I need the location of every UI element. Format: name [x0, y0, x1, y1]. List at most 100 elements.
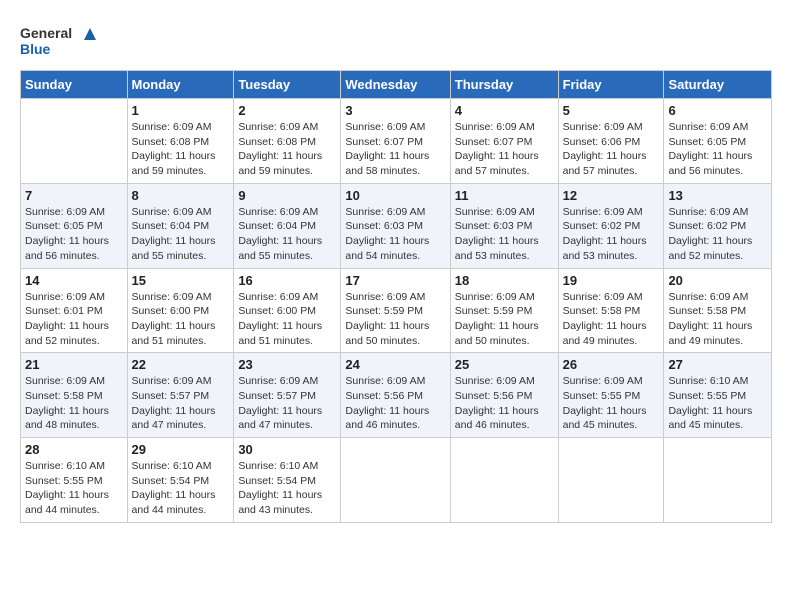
weekday-header-cell: Sunday: [21, 71, 128, 99]
day-number: 20: [668, 273, 767, 288]
day-number: 29: [132, 442, 230, 457]
day-number: 30: [238, 442, 336, 457]
calendar-day-cell: 24 Sunrise: 6:09 AMSunset: 5:56 PMDayligh…: [341, 353, 450, 438]
calendar-week-row: 1Sunrise: 6:09 AMSunset: 6:08 PMDaylight…: [21, 99, 772, 184]
calendar-day-cell: [558, 438, 664, 523]
calendar-day-cell: 15 Sunrise: 6:09 AMSunset: 6:00 PMDayligh…: [127, 268, 234, 353]
calendar-week-row: 21 Sunrise: 6:09 AMSunset: 5:58 PMDayligh…: [21, 353, 772, 438]
calendar-day-cell: 17 Sunrise: 6:09 AMSunset: 5:59 PMDayligh…: [341, 268, 450, 353]
day-info: Sunrise: 6:09 AMSunset: 5:55 PMDaylight:…: [563, 374, 660, 433]
calendar-day-cell: 6 Sunrise: 6:09 AMSunset: 6:05 PMDaylight…: [664, 99, 772, 184]
day-info: Sunrise: 6:09 AMSunset: 5:59 PMDaylight:…: [345, 290, 445, 349]
calendar-day-cell: 22 Sunrise: 6:09 AMSunset: 5:57 PMDayligh…: [127, 353, 234, 438]
weekday-header-cell: Wednesday: [341, 71, 450, 99]
calendar-day-cell: [450, 438, 558, 523]
day-info: Sunrise: 6:09 AMSunset: 6:05 PMDaylight:…: [668, 120, 767, 179]
day-info: Sunrise: 6:09 AMSunset: 5:57 PMDaylight:…: [132, 374, 230, 433]
day-info: Sunrise: 6:09 AMSunset: 6:07 PMDaylight:…: [455, 120, 554, 179]
day-info: Sunrise: 6:09 AMSunset: 6:01 PMDaylight:…: [25, 290, 123, 349]
page-header: GeneralBlue: [20, 20, 772, 60]
day-info: Sunrise: 6:09 AMSunset: 6:05 PMDaylight:…: [25, 205, 123, 264]
calendar-day-cell: 13 Sunrise: 6:09 AMSunset: 6:02 PMDayligh…: [664, 183, 772, 268]
svg-text:Blue: Blue: [20, 41, 51, 57]
day-number: 19: [563, 273, 660, 288]
day-number: 26: [563, 357, 660, 372]
day-number: 14: [25, 273, 123, 288]
day-info: Sunrise: 6:09 AMSunset: 6:02 PMDaylight:…: [668, 205, 767, 264]
logo: GeneralBlue: [20, 20, 100, 60]
day-number: 7: [25, 188, 123, 203]
weekday-header-row: SundayMondayTuesdayWednesdayThursdayFrid…: [21, 71, 772, 99]
calendar-day-cell: 3Sunrise: 6:09 AMSunset: 6:07 PMDaylight…: [341, 99, 450, 184]
calendar-day-cell: 21 Sunrise: 6:09 AMSunset: 5:58 PMDayligh…: [21, 353, 128, 438]
weekday-header-cell: Tuesday: [234, 71, 341, 99]
weekday-header-cell: Monday: [127, 71, 234, 99]
day-info: Sunrise: 6:09 AMSunset: 6:02 PMDaylight:…: [563, 205, 660, 264]
day-info: Sunrise: 6:09 AMSunset: 5:58 PMDaylight:…: [25, 374, 123, 433]
day-info: Sunrise: 6:09 AMSunset: 6:03 PMDaylight:…: [345, 205, 445, 264]
day-number: 2: [238, 103, 336, 118]
weekday-header-cell: Thursday: [450, 71, 558, 99]
day-number: 23: [238, 357, 336, 372]
calendar-day-cell: 30 Sunrise: 6:10 AMSunset: 5:54 PMDayligh…: [234, 438, 341, 523]
calendar-day-cell: 23 Sunrise: 6:09 AMSunset: 5:57 PMDayligh…: [234, 353, 341, 438]
day-info: Sunrise: 6:09 AMSunset: 6:00 PMDaylight:…: [132, 290, 230, 349]
day-number: 24: [345, 357, 445, 372]
day-info: Sunrise: 6:10 AMSunset: 5:55 PMDaylight:…: [25, 459, 123, 518]
calendar-week-row: 14 Sunrise: 6:09 AMSunset: 6:01 PMDayligh…: [21, 268, 772, 353]
day-number: 22: [132, 357, 230, 372]
calendar-week-row: 28 Sunrise: 6:10 AMSunset: 5:55 PMDayligh…: [21, 438, 772, 523]
weekday-header-cell: Friday: [558, 71, 664, 99]
day-info: Sunrise: 6:10 AMSunset: 5:54 PMDaylight:…: [132, 459, 230, 518]
calendar-week-row: 7 Sunrise: 6:09 AMSunset: 6:05 PMDaylight…: [21, 183, 772, 268]
calendar-day-cell: [21, 99, 128, 184]
svg-text:General: General: [20, 25, 72, 41]
day-info: Sunrise: 6:09 AMSunset: 6:07 PMDaylight:…: [345, 120, 445, 179]
calendar-day-cell: 18Sunrise: 6:09 AMSunset: 5:59 PMDayligh…: [450, 268, 558, 353]
calendar-day-cell: 2 Sunrise: 6:09 AMSunset: 6:08 PMDaylight…: [234, 99, 341, 184]
day-number: 16: [238, 273, 336, 288]
day-info: Sunrise: 6:09 AMSunset: 6:03 PMDaylight:…: [455, 205, 554, 264]
day-info: Sunrise: 6:09 AMSunset: 6:08 PMDaylight:…: [132, 120, 230, 179]
calendar-day-cell: [341, 438, 450, 523]
calendar-day-cell: 16 Sunrise: 6:09 AMSunset: 6:00 PMDayligh…: [234, 268, 341, 353]
day-info: Sunrise: 6:09 AMSunset: 6:04 PMDaylight:…: [238, 205, 336, 264]
day-number: 13: [668, 188, 767, 203]
day-number: 28: [25, 442, 123, 457]
day-info: Sunrise: 6:09 AMSunset: 6:00 PMDaylight:…: [238, 290, 336, 349]
calendar-day-cell: 7 Sunrise: 6:09 AMSunset: 6:05 PMDaylight…: [21, 183, 128, 268]
calendar-day-cell: 29 Sunrise: 6:10 AMSunset: 5:54 PMDayligh…: [127, 438, 234, 523]
day-info: Sunrise: 6:09 AMSunset: 5:56 PMDaylight:…: [455, 374, 554, 433]
calendar-day-cell: 8Sunrise: 6:09 AMSunset: 6:04 PMDaylight…: [127, 183, 234, 268]
calendar-day-cell: 14 Sunrise: 6:09 AMSunset: 6:01 PMDayligh…: [21, 268, 128, 353]
calendar-day-cell: [664, 438, 772, 523]
day-number: 9: [238, 188, 336, 203]
day-number: 12: [563, 188, 660, 203]
day-number: 18: [455, 273, 554, 288]
day-number: 10: [345, 188, 445, 203]
calendar-day-cell: 11 Sunrise: 6:09 AMSunset: 6:03 PMDayligh…: [450, 183, 558, 268]
calendar-day-cell: 28 Sunrise: 6:10 AMSunset: 5:55 PMDayligh…: [21, 438, 128, 523]
calendar-day-cell: 19 Sunrise: 6:09 AMSunset: 5:58 PMDayligh…: [558, 268, 664, 353]
calendar-day-cell: 10 Sunrise: 6:09 AMSunset: 6:03 PMDayligh…: [341, 183, 450, 268]
calendar-day-cell: 27Sunrise: 6:10 AMSunset: 5:55 PMDayligh…: [664, 353, 772, 438]
calendar-day-cell: 5Sunrise: 6:09 AMSunset: 6:06 PMDaylight…: [558, 99, 664, 184]
day-info: Sunrise: 6:09 AMSunset: 5:57 PMDaylight:…: [238, 374, 336, 433]
day-number: 6: [668, 103, 767, 118]
calendar-day-cell: 20Sunrise: 6:09 AMSunset: 5:58 PMDayligh…: [664, 268, 772, 353]
day-info: Sunrise: 6:09 AMSunset: 5:58 PMDaylight:…: [563, 290, 660, 349]
day-info: Sunrise: 6:09 AMSunset: 6:06 PMDaylight:…: [563, 120, 660, 179]
day-info: Sunrise: 6:09 AMSunset: 5:56 PMDaylight:…: [345, 374, 445, 433]
day-number: 21: [25, 357, 123, 372]
day-number: 27: [668, 357, 767, 372]
day-number: 15: [132, 273, 230, 288]
day-info: Sunrise: 6:10 AMSunset: 5:54 PMDaylight:…: [238, 459, 336, 518]
calendar-day-cell: 26 Sunrise: 6:09 AMSunset: 5:55 PMDayligh…: [558, 353, 664, 438]
calendar-day-cell: 25Sunrise: 6:09 AMSunset: 5:56 PMDayligh…: [450, 353, 558, 438]
day-info: Sunrise: 6:09 AMSunset: 6:08 PMDaylight:…: [238, 120, 336, 179]
day-number: 11: [455, 188, 554, 203]
calendar-day-cell: 9 Sunrise: 6:09 AMSunset: 6:04 PMDaylight…: [234, 183, 341, 268]
day-number: 17: [345, 273, 445, 288]
calendar-day-cell: 12 Sunrise: 6:09 AMSunset: 6:02 PMDayligh…: [558, 183, 664, 268]
calendar-table: SundayMondayTuesdayWednesdayThursdayFrid…: [20, 70, 772, 523]
